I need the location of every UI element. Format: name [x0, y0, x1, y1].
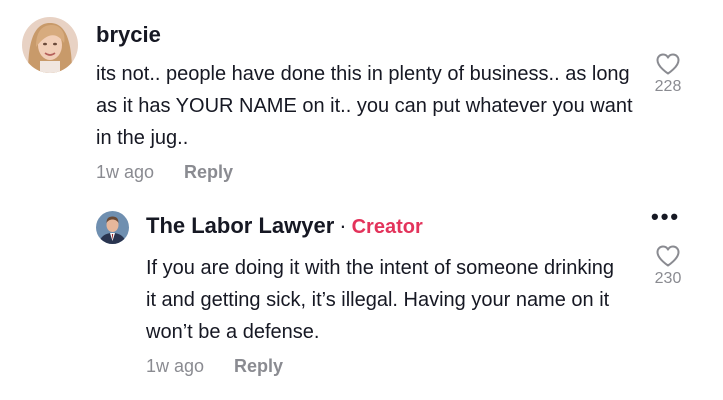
reply-timestamp: 1w ago — [146, 356, 205, 376]
reply-text: If you are doing it with the intent of s… — [146, 257, 615, 343]
creator-badge: Creator — [351, 216, 423, 238]
heart-outline-icon — [656, 245, 680, 267]
reply-button[interactable]: Reply — [234, 356, 283, 376]
separator-dot: · — [339, 213, 347, 238]
user-avatar-image — [22, 17, 78, 73]
like-count: 228 — [654, 78, 682, 95]
comment-timestamp: 1w ago — [96, 162, 155, 182]
heart-outline-icon — [656, 53, 680, 75]
reply-meta: 1w ago Reply — [146, 356, 283, 377]
like-button[interactable]: 228 — [638, 52, 698, 96]
creator-avatar-image — [96, 211, 129, 244]
reply-username[interactable]: The Labor Lawyer — [146, 213, 334, 238]
reply-button[interactable]: Reply — [184, 162, 233, 182]
comment-item: brycie its not.. people have done this i… — [0, 0, 723, 200]
more-dots-icon[interactable]: ••• — [651, 206, 680, 228]
reply-username-row: The Labor Lawyer · Creator — [146, 213, 423, 239]
comment-meta: 1w ago Reply — [96, 162, 233, 183]
avatar[interactable] — [96, 211, 129, 244]
reply-item: The Labor Lawyer · Creator ••• If you are … — [0, 200, 723, 400]
comment-username[interactable]: brycie — [96, 22, 161, 48]
avatar[interactable] — [22, 17, 78, 73]
comment-text: its not.. people have done this in plent… — [96, 63, 633, 149]
like-count: 230 — [654, 270, 682, 287]
like-button[interactable]: 230 — [638, 244, 698, 288]
